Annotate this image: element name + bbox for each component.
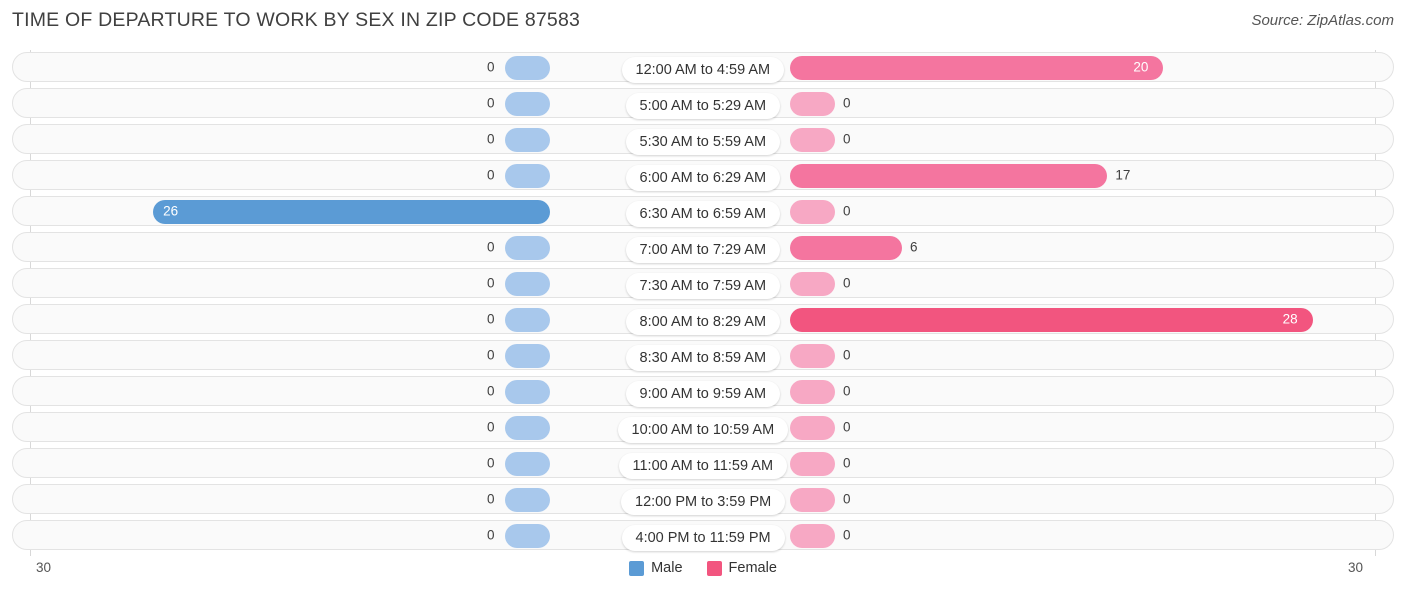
bar-female[interactable] [790,236,902,260]
bar-value-female: 0 [843,95,851,111]
bar-value-female: 0 [843,131,851,147]
bar-value-male: 0 [487,347,495,363]
bar-female[interactable] [790,200,835,224]
bar-value-male: 0 [487,383,495,399]
chart-row: 0 28 8:00 AM to 8:29 AM [12,304,1394,335]
category-label: 12:00 AM to 4:59 AM [621,57,785,83]
chart-header: TIME OF DEPARTURE TO WORK BY SEX IN ZIP … [0,0,1406,44]
chart-row: 0 0 9:00 AM to 9:59 AM [12,376,1394,407]
chart-legend: Male Female [0,560,1406,576]
bar-female[interactable] [790,524,835,548]
bar-male[interactable] [505,308,550,332]
category-label: 12:00 PM to 3:59 PM [621,489,786,515]
bar-value-male: 26 [163,203,179,219]
category-label: 9:00 AM to 9:59 AM [625,381,781,407]
category-label: 5:00 AM to 5:29 AM [625,93,781,119]
legend-item-female[interactable]: Female [706,560,777,576]
bar-male[interactable] [505,488,550,512]
legend-swatch-male-icon [629,560,645,576]
bar-value-female: 20 [1133,59,1149,75]
bar-value-female: 0 [843,527,851,543]
bar-value-male: 0 [487,491,495,507]
bar-female[interactable] [790,452,835,476]
legend-swatch-female-icon [706,560,722,576]
chart-row: 0 20 12:00 AM to 4:59 AM [12,52,1394,83]
bar-female[interactable] [790,272,835,296]
bar-value-female: 0 [843,419,851,435]
bar-male[interactable] [153,200,550,224]
bar-value-male: 0 [487,167,495,183]
bar-male[interactable] [505,416,550,440]
source-attribution: Source: ZipAtlas.com [1251,12,1394,29]
bar-male[interactable] [505,344,550,368]
bar-value-female: 0 [843,203,851,219]
chart-row: 0 0 4:00 PM to 11:59 PM [12,520,1394,551]
category-label: 8:00 AM to 8:29 AM [625,309,781,335]
bar-value-male: 0 [487,527,495,543]
bar-male[interactable] [505,380,550,404]
chart-row: 0 0 11:00 AM to 11:59 AM [12,448,1394,479]
category-label: 7:00 AM to 7:29 AM [625,237,781,263]
chart-row: 0 6 7:00 AM to 7:29 AM [12,232,1394,263]
legend-label-male: Male [651,560,683,576]
chart-row: 0 0 12:00 PM to 3:59 PM [12,484,1394,515]
bar-female[interactable] [790,56,1164,80]
category-label: 10:00 AM to 10:59 AM [617,417,789,443]
category-label: 6:30 AM to 6:59 AM [625,201,781,227]
bar-male[interactable] [505,524,550,548]
chart-row: 0 17 6:00 AM to 6:29 AM [12,160,1394,191]
legend-label-female: Female [728,560,777,576]
category-label: 4:00 PM to 11:59 PM [621,525,785,551]
chart-row: 0 0 7:30 AM to 7:59 AM [12,268,1394,299]
bar-female[interactable] [790,164,1108,188]
category-label: 7:30 AM to 7:59 AM [625,273,781,299]
bar-female[interactable] [790,416,835,440]
bar-female[interactable] [790,488,835,512]
chart-footer: 30 30 Male Female [0,554,1406,595]
bar-female[interactable] [790,308,1313,332]
bar-value-male: 0 [487,59,495,75]
chart-row: 0 0 5:00 AM to 5:29 AM [12,88,1394,119]
chart-plot-area: 0 20 12:00 AM to 4:59 AM 0 0 5:00 AM to 5:29 … [0,44,1406,556]
page-title: TIME OF DEPARTURE TO WORK BY SEX IN ZIP … [12,9,581,31]
bar-value-female: 17 [1115,167,1131,183]
bar-value-female: 0 [843,455,851,471]
bar-value-female: 28 [1282,311,1298,327]
category-label: 5:30 AM to 5:59 AM [625,129,781,155]
chart-row: 0 0 5:30 AM to 5:59 AM [12,124,1394,155]
bar-value-male: 0 [487,275,495,291]
bar-value-female: 0 [843,491,851,507]
bar-value-male: 0 [487,131,495,147]
bar-value-female: 0 [843,275,851,291]
bar-value-male: 0 [487,419,495,435]
category-label: 11:00 AM to 11:59 AM [618,453,788,479]
chart-row: 0 0 10:00 AM to 10:59 AM [12,412,1394,443]
chart-row: 26 0 6:30 AM to 6:59 AM [12,196,1394,227]
bar-value-female: 0 [843,347,851,363]
bar-male[interactable] [505,128,550,152]
bar-male[interactable] [505,452,550,476]
bar-male[interactable] [505,236,550,260]
chart-row: 0 0 8:30 AM to 8:59 AM [12,340,1394,371]
bar-value-male: 0 [487,455,495,471]
bar-male[interactable] [505,272,550,296]
bar-female[interactable] [790,92,835,116]
bar-male[interactable] [505,164,550,188]
bar-male[interactable] [505,56,550,80]
bar-female[interactable] [790,380,835,404]
category-label: 8:30 AM to 8:59 AM [625,345,781,371]
bar-value-female: 6 [910,239,918,255]
legend-item-male[interactable]: Male [629,560,683,576]
bar-female[interactable] [790,128,835,152]
bar-value-male: 0 [487,239,495,255]
bar-female[interactable] [790,344,835,368]
bar-value-male: 0 [487,95,495,111]
bar-value-female: 0 [843,383,851,399]
category-label: 6:00 AM to 6:29 AM [625,165,781,191]
bar-value-male: 0 [487,311,495,327]
bar-male[interactable] [505,92,550,116]
